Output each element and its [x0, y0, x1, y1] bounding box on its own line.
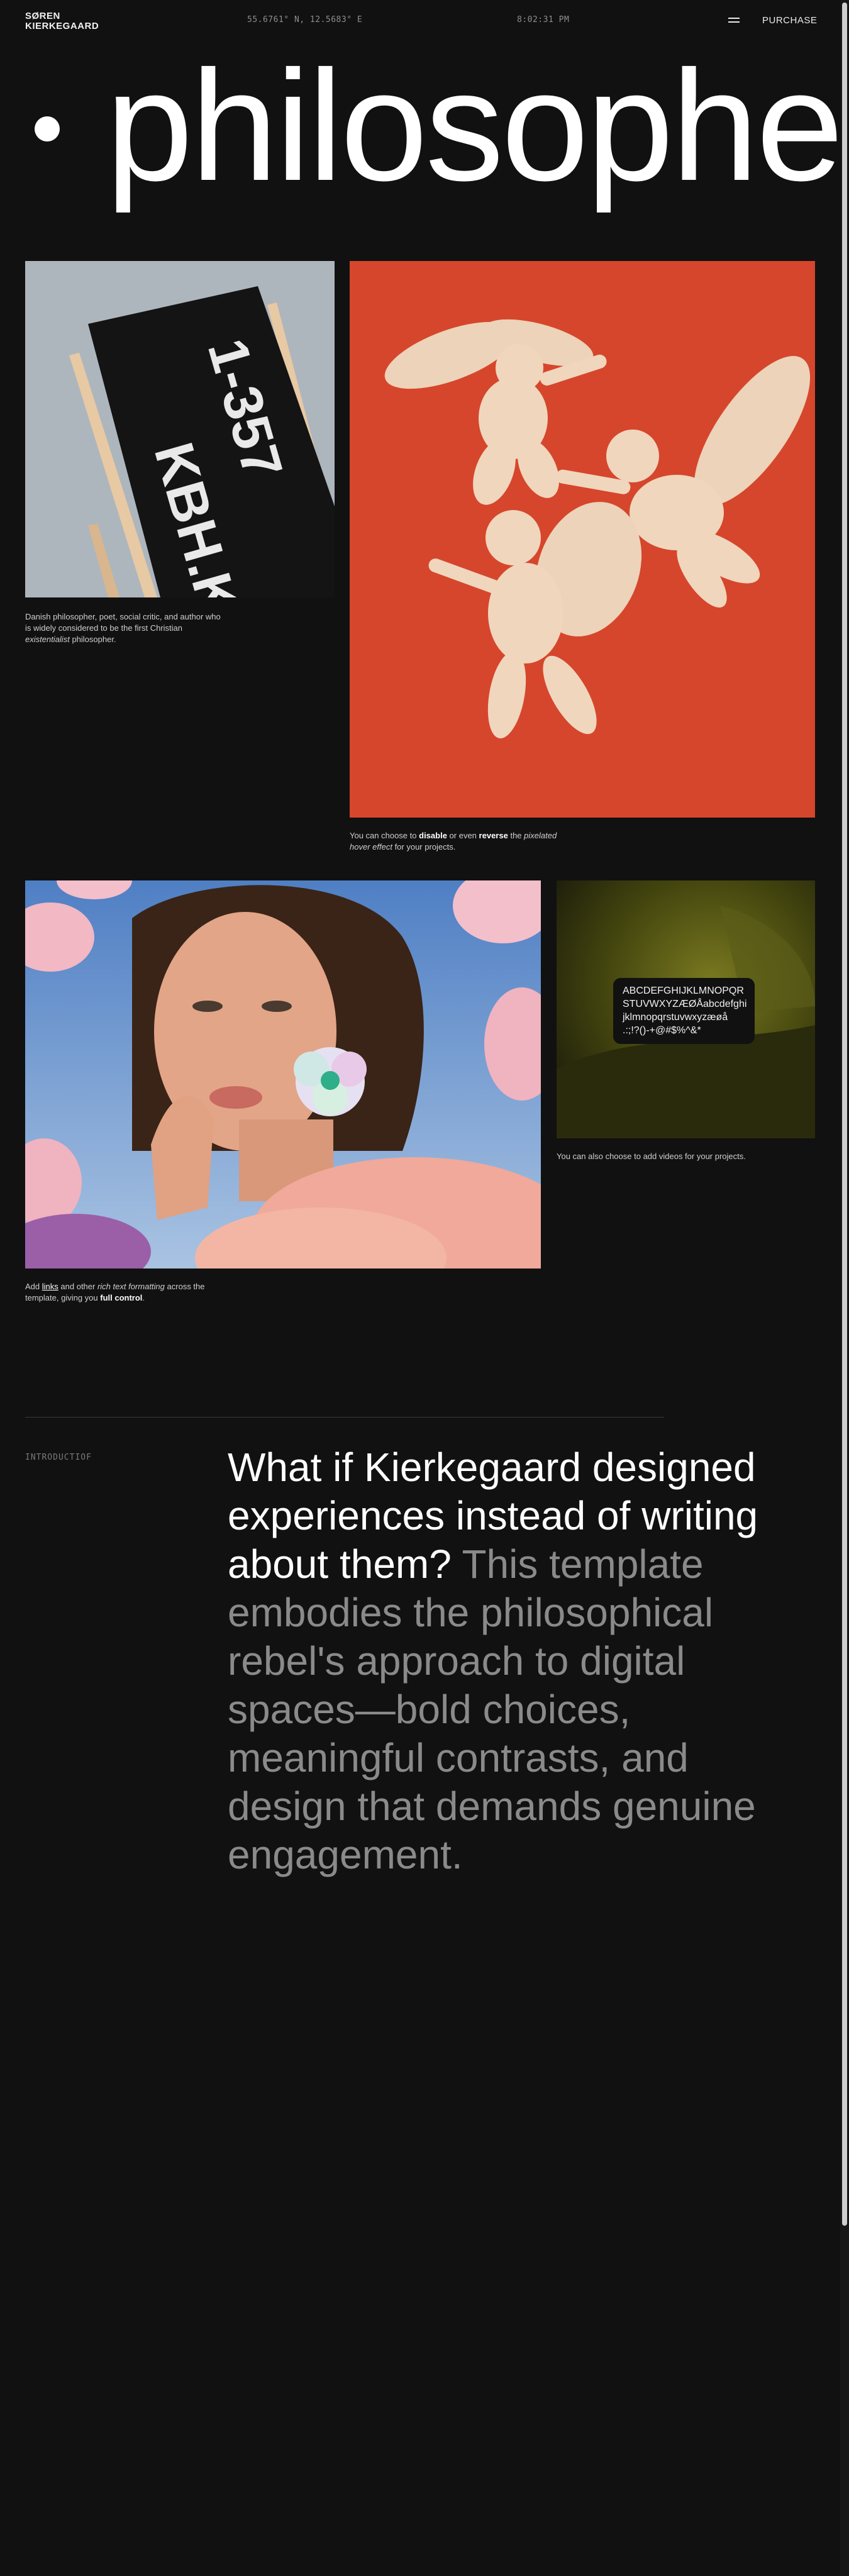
caption-videos: You can also choose to add videos for yo…: [557, 1152, 746, 1161]
cherubs-illustration: [350, 261, 815, 818]
coordinates-readout: 55.6761° N, 12.5683° E: [247, 15, 363, 25]
type-line-2: STUVWXYZÆØÅabcdefghi: [623, 997, 746, 1009]
image-cherubs[interactable]: [350, 261, 815, 818]
intro-rest: This template embodies the philosophical…: [228, 1541, 756, 1877]
hero-bullet-dot: [35, 116, 60, 142]
brand-line-1: SØREN: [25, 11, 60, 21]
type-line-3: jklmnopqrstuvwxyzæøå: [622, 1011, 728, 1023]
intro-paragraph: What if Kierkegaard designed experiences…: [228, 1443, 813, 1879]
caption-rich-text: Add links and other rich text formatting…: [25, 1282, 205, 1302]
caption-philosopher: Danish philosopher, poet, social critic,…: [25, 612, 221, 644]
hero-title: philosophe: [106, 38, 840, 213]
intro-label: INTRODUCTIOF: [25, 1453, 92, 1462]
video-type-specimen[interactable]: ABCDEFGHIJKLMNOPQR STUVWXYZÆØÅabcdefghi …: [557, 880, 815, 1138]
brand-logo[interactable]: SØREN KIERKEGAARD: [25, 11, 99, 31]
type-line-1: ABCDEFGHIJKLMNOPQR: [623, 985, 744, 996]
purchase-link[interactable]: PURCHASE: [762, 15, 817, 26]
portrait-illustration: [25, 880, 541, 1269]
scrollbar-thumb[interactable]: [842, 3, 847, 2226]
page: SØREN KIERKEGAARD 55.6761° N, 12.5683° E…: [0, 0, 840, 2576]
type-line-4: .:;!?()-+@#$%^&*: [623, 1025, 701, 1036]
clock-readout: 8:02:31 PM: [517, 15, 570, 25]
type-specimen-illustration: ABCDEFGHIJKLMNOPQR STUVWXYZÆØÅabcdefghi …: [557, 880, 815, 1138]
image-portrait[interactable]: [25, 880, 541, 1269]
deck-chair-illustration: 1-357 KBH.K: [25, 261, 335, 597]
caption-link[interactable]: links: [42, 1282, 58, 1291]
brand-line-2: KIERKEGAARD: [25, 21, 99, 31]
menu-icon[interactable]: [728, 16, 742, 24]
image-deck-chair[interactable]: 1-357 KBH.K: [25, 261, 335, 597]
section-divider: [25, 1417, 664, 1418]
caption-hover-effect: You can choose to disable or even revers…: [350, 831, 557, 852]
